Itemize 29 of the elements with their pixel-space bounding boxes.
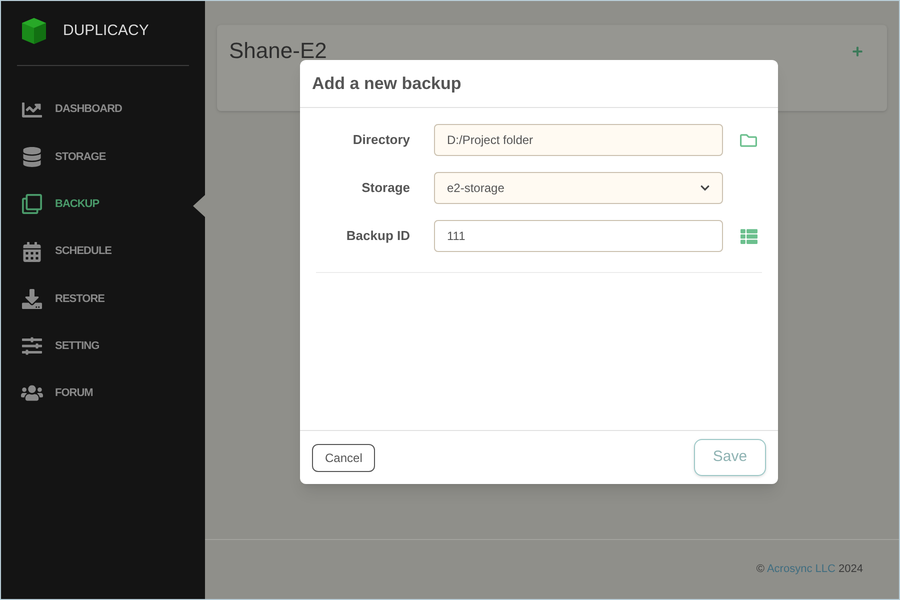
database-icon bbox=[21, 146, 43, 167]
download-icon bbox=[21, 288, 43, 309]
add-icon[interactable] bbox=[852, 46, 863, 57]
copyright-text: © Acrosync LLC 2024 bbox=[756, 562, 863, 578]
nav-item[interactable]: DASHBOARD bbox=[17, 86, 189, 134]
people-icon bbox=[21, 383, 43, 404]
page-title: Shane-E2 bbox=[229, 38, 327, 64]
brand-name: DUPLICACY bbox=[63, 20, 149, 41]
folder-icon[interactable] bbox=[739, 132, 758, 148]
nav-item[interactable]: RESTORE bbox=[17, 275, 189, 322]
list-icon[interactable] bbox=[739, 228, 759, 244]
chart-icon bbox=[21, 100, 43, 120]
nav-item[interactable]: SCHEDULE bbox=[17, 228, 189, 276]
nav-item[interactable]: STORAGE bbox=[17, 133, 189, 181]
field-label: Storage bbox=[360, 179, 410, 198]
nav-item[interactable]: SETTING bbox=[17, 322, 189, 370]
cancel-button[interactable]: Cancel bbox=[312, 444, 376, 472]
field-label: Directory bbox=[352, 131, 410, 150]
nav-item[interactable]: FORUM bbox=[17, 370, 189, 418]
input-field[interactable]: 111 bbox=[434, 220, 723, 252]
sliders-icon bbox=[21, 336, 43, 356]
chevron-icon bbox=[700, 183, 710, 193]
input-field[interactable]: D:/Project folder bbox=[434, 124, 723, 156]
cube-logo-icon bbox=[21, 17, 47, 45]
storage-dropdown[interactable]: e2-storage bbox=[434, 172, 723, 204]
dialog-title: Add a new backup bbox=[312, 72, 462, 95]
calendar-icon bbox=[21, 242, 43, 262]
copy-icon bbox=[21, 194, 43, 214]
field-label: Backup ID bbox=[345, 227, 410, 246]
